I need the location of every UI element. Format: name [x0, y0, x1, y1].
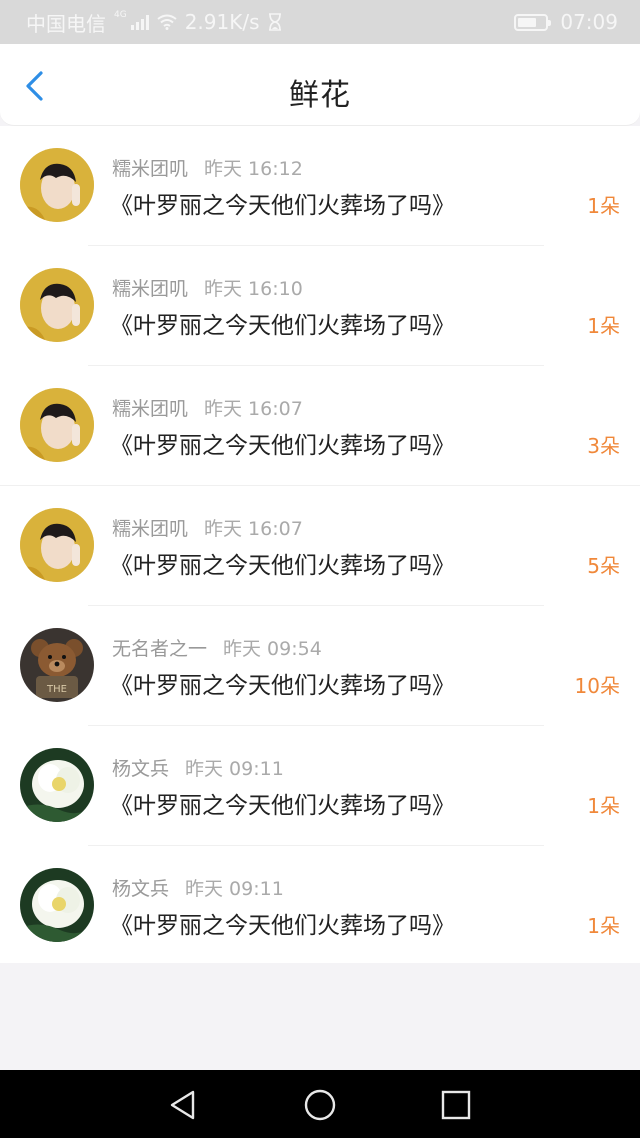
hourglass-icon: [268, 13, 281, 31]
list-item[interactable]: 糯米团叽 昨天 16:07 《叶罗丽之今天他们火葬场了吗》 5朵: [0, 486, 640, 606]
book-title: 《叶罗丽之今天他们火葬场了吗》: [110, 193, 455, 219]
sender-name: 糯米团叽: [112, 158, 189, 180]
gift-time: 昨天 09:11: [185, 758, 284, 780]
carrier-label: 中国电信: [26, 11, 106, 36]
book-title: 《叶罗丽之今天他们火葬场了吗》: [110, 673, 455, 699]
battery-icon: [514, 13, 552, 31]
avatar[interactable]: [20, 868, 94, 942]
sender-info: 无名者之一 昨天 09:54: [112, 634, 322, 661]
square-recents-icon[interactable]: [439, 1088, 473, 1122]
book-title: 《叶罗丽之今天他们火葬场了吗》: [110, 313, 455, 339]
list-item[interactable]: 糯米团叽 昨天 16:10 《叶罗丽之今天他们火葬场了吗》 1朵: [0, 246, 640, 366]
list-item[interactable]: THE 无名者之一 昨天 09:54 《叶罗丽之今天他们火葬场了吗》 10朵: [0, 606, 640, 726]
circle-home-icon[interactable]: [303, 1088, 337, 1122]
gift-time: 昨天 16:12: [204, 158, 303, 180]
sender-info: 糯米团叽 昨天 16:07: [112, 514, 303, 541]
flower-gift-list: 糯米团叽 昨天 16:12 《叶罗丽之今天他们火葬场了吗》 1朵 糯米团叽 昨天 1…: [0, 126, 640, 963]
sender-name: 无名者之一: [112, 638, 208, 660]
avatar[interactable]: [20, 268, 94, 342]
sender-info: 糯米团叽 昨天 16:12: [112, 154, 303, 181]
avatar[interactable]: [20, 388, 94, 462]
sender-name: 糯米团叽: [112, 398, 189, 420]
book-title: 《叶罗丽之今天他们火葬场了吗》: [110, 793, 455, 819]
flower-count: 1朵: [587, 914, 620, 938]
sender-name: 杨文兵: [112, 758, 170, 780]
book-title: 《叶罗丽之今天他们火葬场了吗》: [110, 913, 455, 939]
sender-name: 糯米团叽: [112, 518, 189, 540]
triangle-back-icon[interactable]: [166, 1088, 200, 1122]
book-title: 《叶罗丽之今天他们火葬场了吗》: [110, 433, 455, 459]
list-item[interactable]: 糯米团叽 昨天 16:07 《叶罗丽之今天他们火葬场了吗》 3朵: [0, 366, 640, 486]
wifi-icon: [157, 14, 177, 30]
flower-count: 1朵: [587, 794, 620, 818]
flower-count: 5朵: [587, 554, 620, 578]
sender-name: 杨文兵: [112, 878, 170, 900]
book-title: 《叶罗丽之今天他们火葬场了吗》: [110, 553, 455, 579]
network-type-label: 4G: [114, 10, 127, 20]
top-app-bar: 鲜花: [0, 44, 640, 126]
list-item[interactable]: 杨文兵 昨天 09:11 《叶罗丽之今天他们火葬场了吗》 1朵: [0, 846, 640, 966]
gift-time: 昨天 09:11: [185, 878, 284, 900]
status-bar: 中国电信 4G 2.91K/s 07:09: [0, 0, 640, 44]
avatar[interactable]: [20, 748, 94, 822]
page-title: 鲜花: [289, 78, 351, 113]
network-speed: 2.91K/s: [184, 10, 260, 34]
list-item[interactable]: 杨文兵 昨天 09:11 《叶罗丽之今天他们火葬场了吗》 1朵: [0, 726, 640, 846]
gift-time: 昨天 16:10: [204, 278, 303, 300]
system-nav-bar: [0, 1070, 640, 1138]
clock: 07:09: [560, 10, 618, 34]
gift-time: 昨天 16:07: [204, 398, 303, 420]
avatar[interactable]: [20, 148, 94, 222]
sender-name: 糯米团叽: [112, 278, 189, 300]
flower-count: 10朵: [574, 674, 620, 698]
signal-icon: [130, 14, 149, 30]
flower-count: 3朵: [587, 434, 620, 458]
flower-count: 1朵: [587, 194, 620, 218]
svg-text:THE: THE: [46, 684, 67, 695]
list-item[interactable]: 糯米团叽 昨天 16:12 《叶罗丽之今天他们火葬场了吗》 1朵: [0, 126, 640, 246]
sender-info: 糯米团叽 昨天 16:10: [112, 274, 303, 301]
sender-info: 糯米团叽 昨天 16:07: [112, 394, 303, 421]
flower-count: 1朵: [587, 314, 620, 338]
gift-time: 昨天 16:07: [204, 518, 303, 540]
gift-time: 昨天 09:54: [223, 638, 322, 660]
sender-info: 杨文兵 昨天 09:11: [112, 754, 284, 781]
avatar[interactable]: THE: [20, 628, 94, 702]
avatar[interactable]: [20, 508, 94, 582]
sender-info: 杨文兵 昨天 09:11: [112, 874, 284, 901]
